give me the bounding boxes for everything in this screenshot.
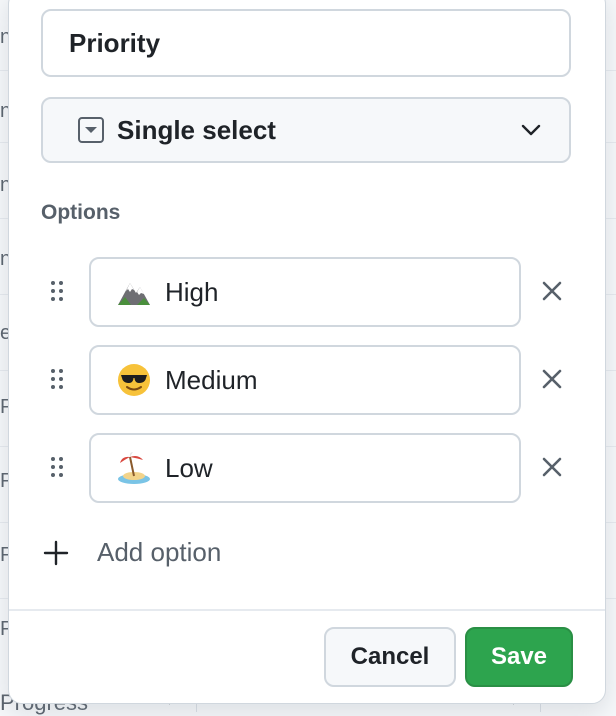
single-select-icon <box>78 117 104 143</box>
remove-option-icon[interactable] <box>540 279 564 303</box>
option-input[interactable]: Medium <box>89 345 521 415</box>
footer-divider <box>9 609 605 611</box>
option-label: Medium <box>165 364 258 395</box>
chevron-down-icon <box>521 124 541 136</box>
edit-field-dialog: Single select Options High <box>8 0 606 704</box>
option-label: High <box>165 276 219 307</box>
option-label: Low <box>165 452 213 483</box>
option-input[interactable]: High <box>89 257 521 327</box>
drag-handle-icon[interactable] <box>49 279 65 303</box>
add-option-button[interactable]: Add option <box>43 537 221 568</box>
add-option-label: Add option <box>97 537 222 567</box>
option-row: High <box>9 257 605 327</box>
option-row: Medium <box>9 345 605 415</box>
options-section-label: Options <box>41 201 121 224</box>
field-name-input[interactable] <box>41 9 571 77</box>
cancel-button[interactable]: Cancel <box>324 627 456 687</box>
sunglasses-face-emoji <box>118 364 150 396</box>
drag-handle-icon[interactable] <box>49 455 65 479</box>
save-button[interactable]: Save <box>465 627 573 687</box>
drag-handle-icon[interactable] <box>49 367 65 391</box>
beach-island-emoji <box>118 452 150 484</box>
remove-option-icon[interactable] <box>540 367 564 391</box>
remove-option-icon[interactable] <box>540 455 564 479</box>
option-row: Low <box>9 433 605 503</box>
field-type-select[interactable]: Single select <box>41 97 571 163</box>
plus-icon <box>43 540 69 565</box>
mountain-emoji <box>118 283 150 305</box>
field-type-label: Single select <box>117 114 276 145</box>
option-input[interactable]: Low <box>89 433 521 503</box>
